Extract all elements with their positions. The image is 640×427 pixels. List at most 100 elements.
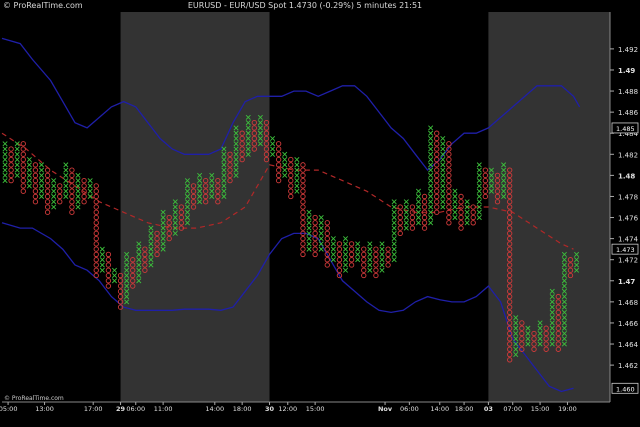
pnf-x-mark <box>403 199 409 205</box>
pnf-o-mark <box>421 193 428 200</box>
pnf-o-mark <box>69 199 75 205</box>
pnf-x-mark <box>415 199 422 205</box>
pnf-o-mark <box>93 267 99 273</box>
pnf-o-mark <box>275 156 282 163</box>
pnf-x-mark <box>38 178 45 184</box>
pnf-x-mark <box>367 241 373 247</box>
pnf-x-mark <box>2 162 8 168</box>
pnf-o-mark <box>20 177 26 184</box>
pnf-x-mark <box>391 230 397 236</box>
pnf-x-mark <box>75 188 81 194</box>
pnf-o-mark <box>105 283 112 289</box>
pnf-o-mark <box>105 272 112 279</box>
pnf-o-mark <box>288 162 294 168</box>
pnf-o-mark <box>336 241 343 247</box>
pnf-x-mark <box>428 125 434 131</box>
pnf-o-mark <box>93 225 99 231</box>
pnf-x-mark <box>111 272 118 279</box>
pnf-o-mark <box>458 199 464 205</box>
pnf-o-mark <box>446 156 452 163</box>
pnf-x-mark <box>318 236 324 242</box>
pnf-x-mark <box>355 257 361 263</box>
pnf-x-mark <box>14 151 20 157</box>
pnf-o-mark <box>434 204 440 210</box>
pnf-x-mark <box>379 262 385 268</box>
pnf-x-mark <box>38 188 45 194</box>
pnf-o-mark <box>32 162 39 168</box>
pnf-o-mark <box>20 167 26 173</box>
pnf-o-mark <box>458 209 464 215</box>
pnf-o-mark <box>458 214 464 221</box>
chart-window: 1.462 1.464 1.466 1.468 1.47 1.472 1.474 1.476 1… <box>0 0 640 427</box>
pnf-o-mark <box>324 235 330 242</box>
pnf-o-mark <box>446 214 452 221</box>
pnf-o-mark <box>385 246 391 252</box>
pnf-x-mark <box>26 157 32 163</box>
pnf-o-mark <box>397 214 403 221</box>
pnf-x-mark <box>282 162 288 168</box>
pnf-o-mark <box>361 257 367 263</box>
pnf-x-mark <box>452 199 458 205</box>
pnf-chart[interactable]: 1.462 1.464 1.466 1.468 1.47 1.472 1.474 1.476 1… <box>0 0 640 427</box>
pnf-o-mark <box>300 251 306 258</box>
pnf-o-mark <box>482 172 489 179</box>
x-tick-label: 15:00 <box>306 405 325 413</box>
pnf-o-mark <box>93 199 99 205</box>
pnf-x-mark <box>403 225 409 231</box>
pnf-o-mark <box>300 167 306 173</box>
pnf-o-mark <box>312 246 318 252</box>
pnf-o-mark <box>434 172 440 179</box>
pnf-x-mark <box>415 215 422 221</box>
pnf-x-mark <box>330 257 336 263</box>
pnf-x-mark <box>476 172 482 178</box>
pnf-x-mark <box>63 193 69 199</box>
pnf-x-mark <box>440 157 446 163</box>
pnf-o-mark <box>409 225 416 231</box>
pnf-o-mark <box>81 183 87 189</box>
pnf-o-mark <box>93 241 99 247</box>
pnf-x-mark <box>306 220 312 226</box>
pnf-x-mark <box>415 188 422 194</box>
pnf-x-mark <box>51 183 57 189</box>
pnf-o-mark <box>44 167 51 173</box>
pnf-o-mark <box>300 177 306 184</box>
pnf-x-mark <box>440 188 446 194</box>
pnf-o-mark <box>105 257 112 263</box>
pnf-o-mark <box>93 272 99 279</box>
pnf-o-mark <box>288 193 294 200</box>
pnf-o-mark <box>20 162 26 168</box>
pnf-x-mark <box>111 278 118 284</box>
x-tick-label: 17:00 <box>84 405 103 413</box>
pnf-o-mark <box>458 204 464 210</box>
pnf-x-mark <box>367 267 373 273</box>
pnf-x-mark <box>440 162 446 168</box>
pnf-o-mark <box>434 135 440 142</box>
pnf-o-mark <box>434 156 440 163</box>
pnf-x-mark <box>330 251 336 257</box>
pnf-x-mark <box>391 204 397 210</box>
pnf-o-mark <box>434 193 440 200</box>
pnf-o-mark <box>397 230 403 237</box>
pnf-o-mark <box>446 199 452 205</box>
pnf-o-mark <box>300 172 306 179</box>
pnf-x-mark <box>391 236 397 242</box>
pnf-x-mark <box>476 215 482 221</box>
pnf-x-mark <box>342 262 349 268</box>
pnf-o-mark <box>105 262 112 268</box>
session-shade <box>488 12 610 402</box>
pnf-o-mark <box>20 183 26 189</box>
pnf-o-mark <box>20 156 26 163</box>
pnf-x-mark <box>428 199 434 205</box>
y-tick-label: 1.472 <box>618 257 638 265</box>
pnf-o-mark <box>434 183 440 189</box>
pnf-o-mark <box>336 267 343 273</box>
pnf-x-mark <box>2 146 8 152</box>
pnf-o-mark <box>32 172 39 179</box>
pnf-x-mark <box>391 251 397 257</box>
pnf-o-mark <box>300 220 306 226</box>
pnf-o-mark <box>385 262 391 268</box>
pnf-x-mark <box>391 209 397 215</box>
pnf-x-mark <box>464 199 470 205</box>
pnf-o-mark <box>57 193 63 200</box>
pnf-o-mark <box>32 199 39 205</box>
